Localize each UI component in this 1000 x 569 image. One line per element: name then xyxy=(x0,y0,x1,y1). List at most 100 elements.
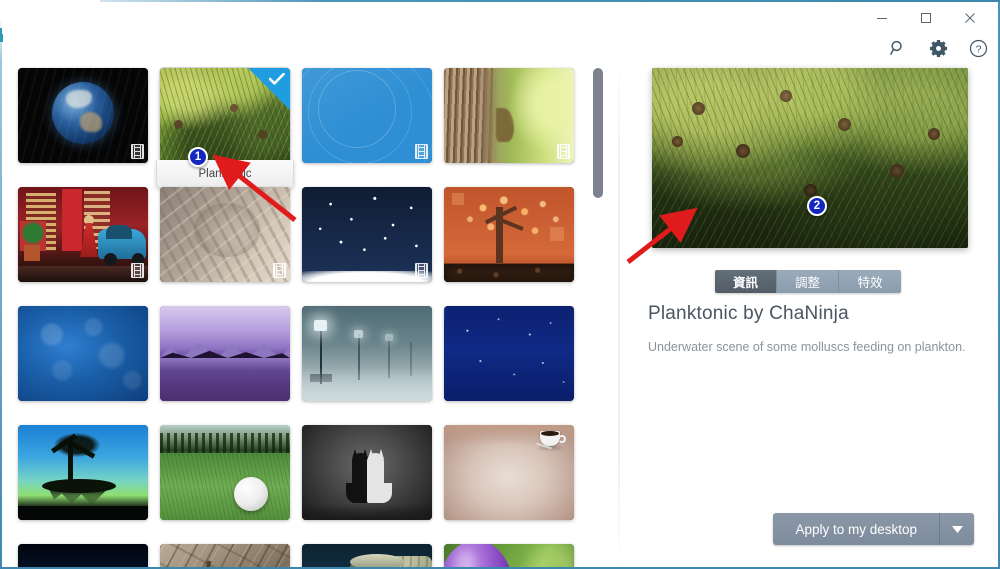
gear-icon xyxy=(929,39,947,57)
thumbnail-neon-horizon[interactable] xyxy=(18,544,148,567)
close-button[interactable] xyxy=(948,4,992,32)
thumbnail-cell[interactable] xyxy=(302,306,432,401)
thumbnail-cell[interactable] xyxy=(302,68,432,163)
thumbnail-tree-bark[interactable] xyxy=(444,68,574,163)
tab-effects[interactable]: 特效 xyxy=(839,270,901,293)
thumbnail-purple-mountains[interactable] xyxy=(160,306,290,401)
thumbnail-orange-tree[interactable] xyxy=(444,187,574,282)
thumbnail-snowfall-night[interactable] xyxy=(302,187,432,282)
thumbnail-cell[interactable] xyxy=(160,544,290,567)
detail-panel: 資訊 調整 特效 Planktonic by ChaNinja Underwat… xyxy=(620,58,998,567)
video-badge-icon xyxy=(131,144,144,159)
thumbnail-art xyxy=(444,68,574,163)
thumbnail-blue-circles[interactable] xyxy=(302,68,432,163)
thumbnail-art xyxy=(18,425,148,520)
thumbnail-art xyxy=(302,425,432,520)
apply-dropdown-button[interactable] xyxy=(940,513,974,545)
thumbnail-name-plate: Planktonic xyxy=(156,160,294,188)
apply-to-desktop-button[interactable]: Apply to my desktop xyxy=(773,513,940,545)
video-badge-icon xyxy=(131,263,144,278)
thumbnail-cell[interactable] xyxy=(302,544,432,567)
help-icon: ? xyxy=(969,39,987,57)
video-badge-icon xyxy=(273,263,286,278)
thumbnail-cell[interactable] xyxy=(18,544,148,567)
thumbnail-art xyxy=(160,425,290,520)
gallery-scrollbar[interactable] xyxy=(592,62,604,562)
thumbnail-cell[interactable] xyxy=(160,187,290,282)
thumbnail-planktonic[interactable] xyxy=(160,68,290,163)
main-content: Planktonic 資訊 調整 特效 Planktonic by ChaNin… xyxy=(2,58,998,567)
tab-info[interactable]: 資訊 xyxy=(715,270,777,293)
annotation-marker-2: 2 xyxy=(807,196,827,216)
preview-image[interactable] xyxy=(652,68,968,248)
thumbnail-cell[interactable] xyxy=(160,425,290,520)
maximize-icon xyxy=(921,13,931,23)
thumbnail-floating-tree[interactable] xyxy=(18,425,148,520)
thumbnail-sand-ripples[interactable] xyxy=(160,187,290,282)
maximize-button[interactable] xyxy=(904,4,948,32)
thumbnail-cat-silhouettes[interactable] xyxy=(302,425,432,520)
wallpaper-title: Planktonic by ChaNinja xyxy=(648,303,849,324)
thumbnail-art xyxy=(444,425,574,520)
thumbnail-cracked-earth[interactable] xyxy=(160,544,290,567)
thumbnail-cell[interactable] xyxy=(18,68,148,163)
search-icon xyxy=(889,40,902,55)
thumbnail-clay-pot[interactable] xyxy=(302,544,432,567)
check-icon xyxy=(269,73,285,85)
thumbnail-cell[interactable] xyxy=(444,544,574,567)
thumbnail-cell[interactable] xyxy=(444,425,574,520)
tab-adjust[interactable]: 調整 xyxy=(777,270,839,293)
thumbnail-art xyxy=(444,306,574,401)
video-badge-icon xyxy=(415,144,428,159)
thumbnail-cell[interactable] xyxy=(18,187,148,282)
thumbnail-art xyxy=(444,544,574,567)
thumbnail-deep-blue-stars[interactable] xyxy=(444,306,574,401)
close-icon xyxy=(965,13,975,23)
thumbnail-coffee-cup[interactable] xyxy=(444,425,574,520)
thumbnail-grid: Planktonic xyxy=(18,68,578,567)
thumbnail-cell[interactable] xyxy=(444,68,574,163)
thumbnail-cell[interactable] xyxy=(444,187,574,282)
chevron-down-icon xyxy=(951,525,963,533)
thumbnail-art xyxy=(444,187,574,282)
thumbnail-art xyxy=(302,68,432,163)
thumbnail-cell[interactable] xyxy=(302,425,432,520)
thumbnail-retro-street[interactable] xyxy=(18,187,148,282)
thumbnail-cell-selected[interactable]: Planktonic xyxy=(156,68,294,188)
thumbnail-blue-bokeh[interactable] xyxy=(18,306,148,401)
minimize-button[interactable] xyxy=(860,4,904,32)
thumbnail-art xyxy=(302,544,432,567)
help-button[interactable]: ? xyxy=(966,36,990,60)
minimize-icon xyxy=(877,18,887,19)
apply-button-group: Apply to my desktop xyxy=(773,513,974,545)
thumbnail-cell[interactable] xyxy=(302,187,432,282)
thumbnail-art xyxy=(160,306,290,401)
tab-effects-label: 特效 xyxy=(857,276,883,290)
thumbnail-golf-ball[interactable] xyxy=(160,425,290,520)
video-badge-icon xyxy=(415,263,428,278)
thumbnail-cell[interactable] xyxy=(18,425,148,520)
scrollbar-thumb[interactable] xyxy=(593,68,603,198)
video-badge-icon xyxy=(557,144,570,159)
annotation-marker-1-label: 1 xyxy=(194,151,202,163)
thumbnail-foggy-lamps[interactable] xyxy=(302,306,432,401)
thumbnail-cell[interactable] xyxy=(18,306,148,401)
thumbnail-cell[interactable] xyxy=(444,306,574,401)
svg-text:?: ? xyxy=(975,44,981,55)
detail-tabs: 資訊 調整 特效 xyxy=(715,270,901,293)
thumbnail-earth-globe[interactable] xyxy=(18,68,148,163)
tab-adjust-label: 調整 xyxy=(794,276,820,290)
apply-button-label: Apply to my desktop xyxy=(795,521,917,537)
thumbnail-art xyxy=(302,187,432,282)
thumbnail-art xyxy=(18,68,148,163)
wallpaper-engine-window: ? Planktonic 資訊 調整 特效 Planktonic by ChaN… xyxy=(0,0,1000,569)
thumbnail-purple-bud[interactable] xyxy=(444,544,574,567)
settings-button[interactable] xyxy=(926,36,950,60)
wallpaper-gallery[interactable]: Planktonic xyxy=(2,58,618,567)
thumbnail-art xyxy=(18,306,148,401)
tab-info-label: 資訊 xyxy=(732,276,758,290)
thumbnail-cell[interactable] xyxy=(160,306,290,401)
window-controls xyxy=(860,4,992,32)
toolbar: ? xyxy=(886,36,990,60)
search-button[interactable] xyxy=(886,36,910,60)
